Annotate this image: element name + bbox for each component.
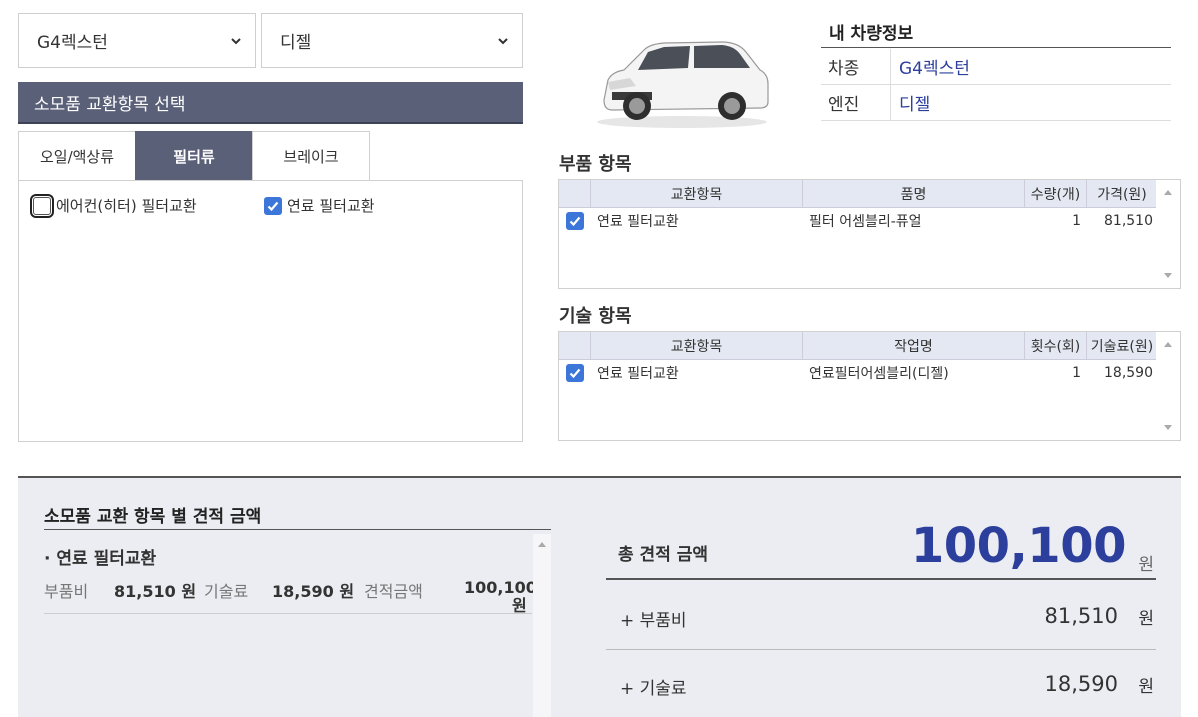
estimate-item-line: 부품비 81,510 원 기술료 18,590 원 견적금액 100,100 원: [44, 578, 537, 615]
vehicle-info-key: 엔진: [821, 85, 891, 120]
parts-cost-value: 81,510 원: [114, 582, 197, 601]
header-qty: 횟수(회): [1025, 332, 1087, 359]
row-qty: 1: [1072, 213, 1081, 229]
labor-cost-value: 18,590 원: [272, 582, 355, 601]
row-name: 연료필터어셈블리(디젤): [809, 366, 949, 382]
summary-label: + 기술료: [620, 679, 687, 699]
check-icon: [569, 216, 581, 227]
scroll-up-icon[interactable]: [1164, 190, 1172, 195]
scroll-down-icon[interactable]: [1164, 425, 1172, 430]
summary-row-labor: + 기술료 18,590 원: [606, 650, 1156, 717]
vehicle-info-value: G4렉스턴: [899, 59, 970, 79]
labor-table: 교환항목 작업명 횟수(회) 기술료(원) 연료 필터교환 연료필터어셈블리(디…: [558, 331, 1181, 441]
vehicle-info-title: 내 차량정보: [821, 16, 1171, 48]
estimate-amount-unit: 원: [512, 596, 527, 615]
row-checkbox-cell[interactable]: [559, 360, 591, 386]
fuel-filter-label: 연료 필터교환: [287, 197, 375, 215]
estimate-title: 소모품 교환 항목 별 견적 금액: [44, 500, 551, 530]
summary-value: 18,590: [1044, 672, 1118, 696]
header-name: 품명: [803, 180, 1025, 207]
labor-title: 기술 항목: [559, 306, 632, 327]
table-row: 연료 필터교환 필터 어셈블리-퓨얼 1 81,510: [559, 208, 1157, 234]
labor-cost-label: 기술료: [204, 582, 249, 601]
tab-oil[interactable]: 오일/액상류: [18, 131, 136, 181]
scroll-down-icon[interactable]: [1164, 273, 1172, 278]
aircon-filter-checkbox[interactable]: [30, 193, 54, 218]
labor-scrollbar[interactable]: [1156, 332, 1180, 440]
row-item: 연료 필터교환: [597, 214, 679, 230]
row-price: 81,510: [1104, 213, 1153, 229]
parts-table: 교환항목 품명 수량(개) 가격(원) 연료 필터교환 필터 어셈블리-퓨얼 1…: [558, 179, 1181, 289]
header-check: [559, 180, 591, 207]
aircon-filter-label: 에어컨(히터) 필터교환: [56, 197, 197, 215]
header-qty: 수량(개): [1025, 180, 1087, 207]
header-price: 가격(원): [1097, 186, 1147, 203]
summary-label: + 부품비: [620, 611, 687, 631]
header-item: 교환항목: [591, 332, 803, 359]
row-price: 18,590: [1104, 365, 1153, 381]
parts-scrollbar[interactable]: [1156, 180, 1180, 288]
row-item: 연료 필터교환: [597, 366, 679, 382]
check-icon: [569, 368, 581, 379]
category-tabs: 오일/액상류 필터류 브레이크: [18, 131, 370, 181]
row-name: 필터 어셈블리-퓨얼: [809, 214, 922, 230]
header-price: 기술료(원): [1090, 338, 1154, 355]
header-check: [559, 332, 591, 359]
model-select[interactable]: G4렉스턴: [18, 13, 256, 68]
estimate-item-name: · 연료 필터교환: [44, 549, 157, 569]
section-title: 소모품 교환항목 선택: [34, 94, 186, 115]
scroll-up-icon[interactable]: [538, 542, 546, 547]
row-checkbox-cell[interactable]: [559, 208, 591, 234]
summary-unit: 원: [1138, 677, 1154, 697]
header-name: 작업명: [803, 332, 1025, 359]
tab-filter[interactable]: 필터류: [135, 131, 253, 181]
row-checkbox[interactable]: [566, 212, 584, 230]
row-checkbox[interactable]: [566, 364, 584, 382]
total-unit: 원: [1138, 555, 1154, 575]
estimate-amount-label: 견적금액: [364, 582, 423, 601]
total-amount: 100,100: [910, 518, 1127, 574]
total-header: 총 견적 금액 100,100 원: [606, 510, 1156, 580]
vehicle-info-row-engine: 엔진 디젤: [821, 85, 1171, 121]
parts-cost-label: 부품비: [44, 582, 89, 601]
estimate-list: · 연료 필터교환 부품비 81,510 원 기술료 18,590 원 견적금액…: [44, 534, 551, 717]
summary-row-parts: + 부품비 81,510 원: [606, 582, 1156, 650]
estimate-section: 소모품 교환 항목 별 견적 금액 · 연료 필터교환 부품비 81,510 원…: [18, 476, 1181, 717]
scroll-up-icon[interactable]: [1164, 342, 1172, 347]
summary-unit: 원: [1138, 609, 1154, 629]
row-qty: 1: [1072, 365, 1081, 381]
chevron-down-icon: [231, 38, 241, 45]
parts-title: 부품 항목: [559, 154, 632, 175]
filter-tab-panel: 에어컨(히터) 필터교환 연료 필터교환: [18, 180, 523, 442]
summary-value: 81,510: [1044, 604, 1118, 628]
table-row: 연료 필터교환 연료필터어셈블리(디젤) 1 18,590: [559, 360, 1157, 386]
header-item: 교환항목: [591, 180, 803, 207]
fuel-filter-checkbox[interactable]: [264, 196, 282, 215]
vehicle-info-key: 차종: [821, 49, 891, 84]
tab-brake[interactable]: 브레이크: [252, 131, 370, 181]
aircon-filter-option[interactable]: 에어컨(히터) 필터교환: [30, 193, 197, 218]
fuel-filter-option[interactable]: 연료 필터교환: [264, 195, 375, 216]
chevron-down-icon: [498, 38, 508, 45]
check-icon: [267, 201, 279, 211]
section-title-bar: 소모품 교환항목 선택: [18, 82, 523, 124]
estimate-scrollbar[interactable]: [533, 534, 551, 717]
engine-select-value: 디젤: [280, 33, 312, 53]
engine-select[interactable]: 디젤: [261, 13, 523, 68]
parts-table-header: 교환항목 품명 수량(개) 가격(원): [559, 180, 1157, 208]
vehicle-info-row-model: 차종 G4렉스턴: [821, 49, 1171, 85]
total-label: 총 견적 금액: [618, 545, 709, 565]
model-select-value: G4렉스턴: [37, 33, 108, 53]
car-image: [597, 41, 769, 128]
vehicle-info-value: 디젤: [899, 95, 931, 115]
labor-table-header: 교환항목 작업명 횟수(회) 기술료(원): [559, 332, 1157, 360]
